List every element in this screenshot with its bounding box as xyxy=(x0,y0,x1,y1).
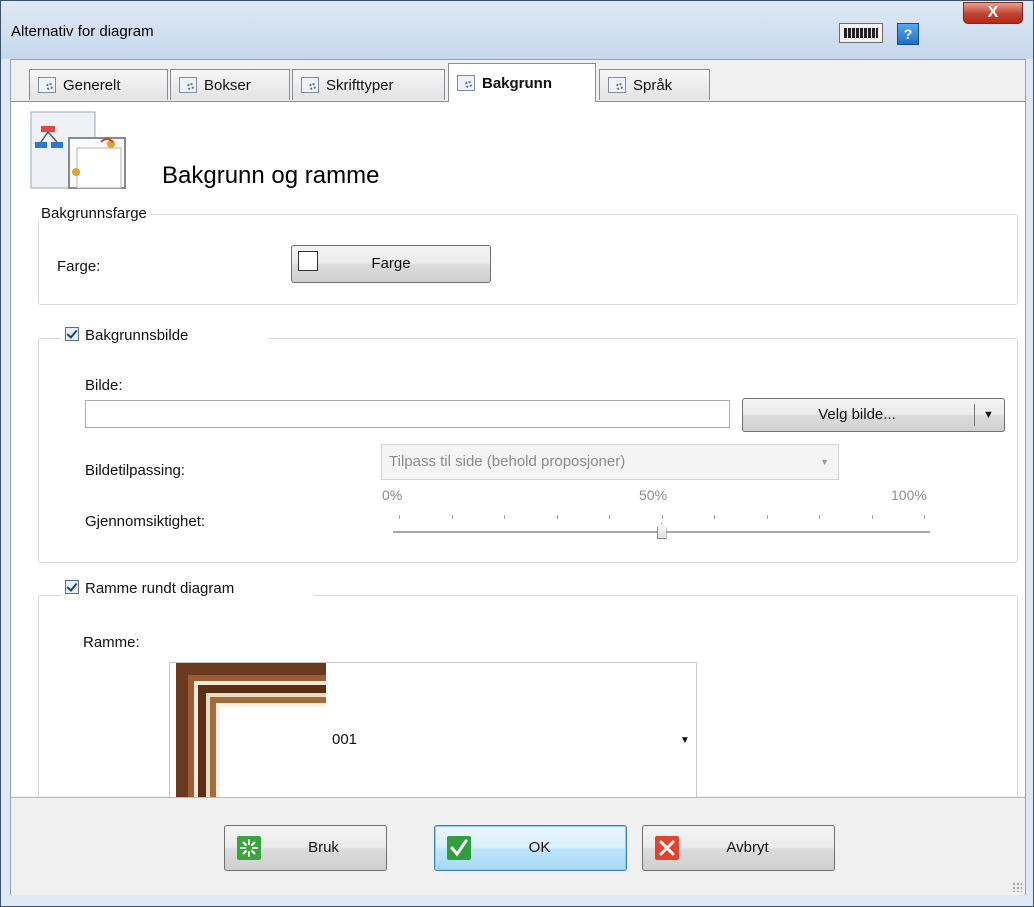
choose-image-button[interactable]: Velg bilde... ▼ xyxy=(742,398,1005,432)
apply-button[interactable]: Bruk xyxy=(224,825,387,871)
frame-select-value: 001 xyxy=(332,731,358,748)
color-label: Farge: xyxy=(57,258,101,275)
button-bar: Bruk OK Avbryt xyxy=(11,797,1025,895)
slider-tick xyxy=(924,515,925,519)
split-divider xyxy=(974,404,975,426)
chevron-down-icon: ▼ xyxy=(820,457,829,467)
slider-tick xyxy=(819,515,820,519)
tab-generelt[interactable]: Generelt xyxy=(29,69,168,100)
tab-label: Språk xyxy=(633,76,673,94)
slider-tick xyxy=(504,515,505,519)
image-path-input[interactable] xyxy=(85,400,730,428)
tab-sprak[interactable]: Språk xyxy=(599,69,710,100)
ok-button[interactable]: OK xyxy=(434,825,627,871)
close-button[interactable]: X xyxy=(963,2,1023,24)
settings-icon xyxy=(38,77,56,93)
frame-checkbox-label: Ramme rundt diagram xyxy=(85,580,235,597)
color-button[interactable]: Farge xyxy=(291,245,491,283)
slider-tick xyxy=(609,515,610,519)
group-title-background-color: Bakgrunnsfarge xyxy=(37,205,151,222)
color-button-label: Farge xyxy=(371,255,411,272)
background-image-label: Bakgrunnsbilde xyxy=(85,327,189,344)
transparency-label: Gjennomsiktighet: xyxy=(85,513,206,530)
checkbox-checked-icon[interactable] xyxy=(65,580,79,594)
dropdown-arrow-icon[interactable]: ▼ xyxy=(680,735,690,746)
dialog-client: Generelt Bokser Skrifttyper Bakgrunn Spr… xyxy=(10,59,1026,895)
group-background-color xyxy=(38,214,1018,305)
tab-label: Bakgrunn xyxy=(482,74,553,92)
slider-tick xyxy=(451,515,453,519)
tab-bakgrunn[interactable]: Bakgrunn xyxy=(448,63,596,102)
resize-grip-icon[interactable] xyxy=(1012,882,1022,892)
settings-icon xyxy=(608,77,626,93)
settings-icon xyxy=(457,75,475,91)
window-title: Alternativ for diagram xyxy=(11,23,154,40)
slider-tick xyxy=(661,515,663,519)
title-bar[interactable]: Alternativ for diagram ? X xyxy=(1,1,1033,59)
fit-label: Bildetilpassing: xyxy=(85,462,186,479)
page-title: Bakgrunn og ramme xyxy=(162,162,380,189)
frame-checkbox[interactable]: Ramme rundt diagram xyxy=(61,580,315,597)
tab-skrifttyper[interactable]: Skrifttyper xyxy=(292,69,445,100)
fit-select-value: Tilpass til side (behold proposjoner) xyxy=(389,453,626,470)
cancel-label: Avbryt xyxy=(726,839,769,856)
checkbox-checked-icon[interactable] xyxy=(65,327,79,341)
tab-label: Generelt xyxy=(63,76,121,94)
cancel-button[interactable]: Avbryt xyxy=(642,825,835,871)
apply-label: Bruk xyxy=(308,839,339,856)
tab-label: Skrifttyper xyxy=(326,76,394,94)
fit-select[interactable]: Tilpass til side (behold proposjoner) ▼ xyxy=(381,444,839,480)
dialog-window: Alternativ for diagram ? X Generelt Boks… xyxy=(0,0,1034,907)
scale-max: 100% xyxy=(891,487,927,503)
slider-tick xyxy=(556,515,558,519)
slider-tick xyxy=(399,515,400,519)
ok-label: OK xyxy=(528,839,551,856)
background-image-checkbox[interactable]: Bakgrunnsbilde xyxy=(61,327,269,344)
tab-bokser[interactable]: Bokser xyxy=(170,69,290,100)
tab-bar: Generelt Bokser Skrifttyper Bakgrunn Spr… xyxy=(11,60,1025,102)
slider-tick xyxy=(871,515,873,519)
help-button[interactable]: ? xyxy=(897,23,919,45)
image-label: Bilde: xyxy=(85,377,123,394)
dropdown-arrow-icon[interactable]: ▼ xyxy=(983,399,994,431)
tab-panel-bakgrunn: Bakgrunn og ramme Bakgrunnsfarge Farge: … xyxy=(11,101,1025,820)
scale-mid: 50% xyxy=(639,487,668,503)
scale-min: 0% xyxy=(382,487,403,503)
keyboard-icon[interactable] xyxy=(839,23,883,43)
slider-tick xyxy=(766,515,768,519)
frame-label: Ramme: xyxy=(83,634,140,651)
choose-image-label: Velg bilde... xyxy=(818,406,896,423)
settings-icon xyxy=(301,77,319,93)
background-frame-icon xyxy=(30,111,126,189)
tab-label: Bokser xyxy=(204,76,251,94)
slider-tick xyxy=(714,515,715,519)
settings-icon xyxy=(179,77,197,93)
